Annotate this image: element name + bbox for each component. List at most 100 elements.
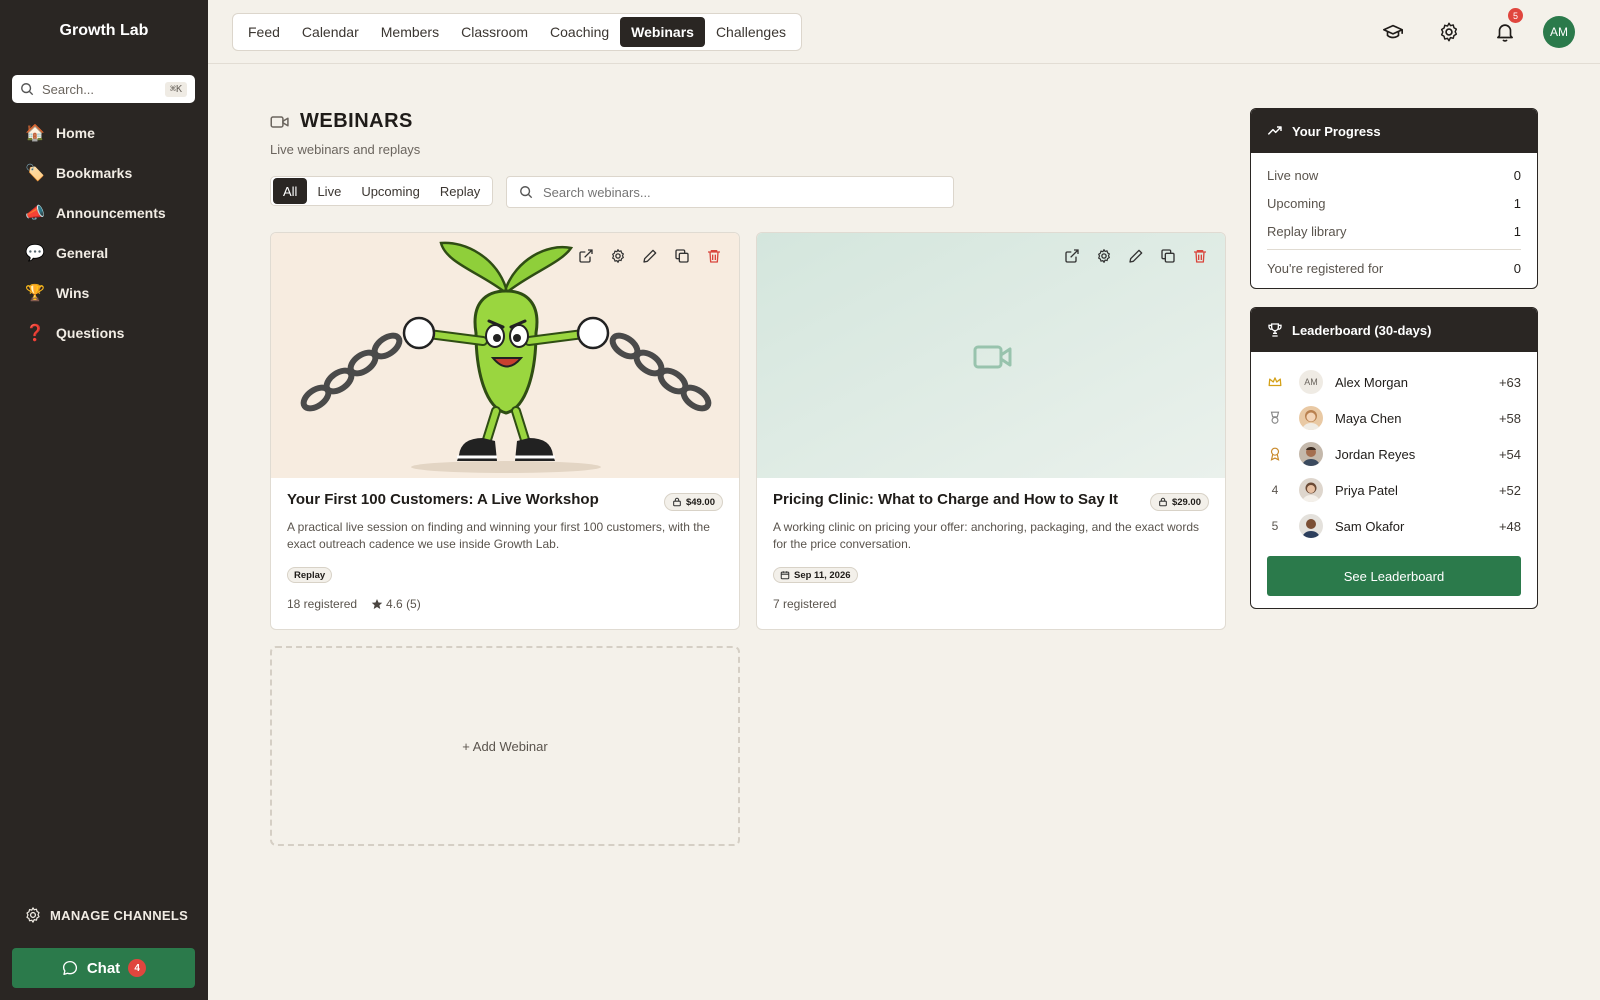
sidebar-item-bookmarks[interactable]: 🏷️ Bookmarks — [0, 153, 208, 193]
page-title: WEBINARS — [300, 110, 413, 132]
date-badge: Sep 11, 2026 — [773, 567, 858, 583]
duplicate-button[interactable] — [667, 243, 697, 269]
progress-label: Live now — [1267, 167, 1319, 183]
edit-button[interactable] — [635, 243, 665, 269]
member-name: Jordan Reyes — [1335, 446, 1416, 462]
settings-button[interactable] — [1431, 14, 1467, 50]
member-points: +48 — [1498, 518, 1521, 534]
trophy-icon — [1268, 323, 1282, 337]
member-points: +58 — [1498, 410, 1521, 426]
bell-icon — [1497, 24, 1513, 42]
price-badge: $29.00 — [1149, 493, 1209, 511]
progress-value: 0 — [1513, 260, 1521, 276]
sidebar-item-home[interactable]: 🏠 Home — [0, 113, 208, 153]
classroom-button[interactable] — [1375, 14, 1411, 50]
webinar-card[interactable]: Your First 100 Customers: A Live Worksho… — [270, 232, 740, 630]
tab-classroom[interactable]: Classroom — [450, 17, 539, 47]
member-name: Maya Chen — [1335, 410, 1402, 426]
avatar — [1299, 514, 1323, 538]
leaderboard-row[interactable]: 4 Priya Patel +52 — [1251, 472, 1537, 508]
sidebar-item-label: Home — [56, 125, 95, 141]
webinar-search-input[interactable] — [543, 184, 941, 200]
external-link-icon — [579, 249, 593, 263]
filter-upcoming[interactable]: Upcoming — [351, 178, 430, 204]
chat-button[interactable]: Chat 4 — [12, 948, 195, 988]
registered-count: 18 registered — [287, 597, 358, 611]
edit-button[interactable] — [1121, 243, 1151, 269]
trophy-icon: 🏆 — [25, 285, 45, 302]
progress-panel: Your Progress Live now 0 Upcoming 1 Replay… — [1250, 108, 1538, 289]
open-external-button[interactable] — [571, 243, 601, 269]
filter-all[interactable]: All — [273, 178, 308, 204]
sidebar-item-announcements[interactable]: 📣 Announcements — [0, 193, 208, 233]
user-avatar[interactable]: AM — [1543, 16, 1575, 48]
calendar-icon — [780, 571, 790, 580]
tab-challenges[interactable]: Challenges — [705, 17, 797, 47]
leaderboard-row[interactable]: Maya Chen +58 — [1251, 400, 1537, 436]
sidebar-item-wins[interactable]: 🏆 Wins — [0, 273, 208, 313]
rank-5: 5 — [1271, 519, 1279, 533]
sidebar-item-general[interactable]: 💬 General — [0, 233, 208, 273]
leaderboard-row[interactable]: 5 Sam Okafor +48 — [1251, 508, 1537, 544]
progress-row-live: Live now 0 — [1251, 161, 1537, 189]
trash-icon — [708, 250, 720, 263]
card-settings-button[interactable] — [603, 243, 633, 269]
rank-3 — [1267, 447, 1283, 461]
sidebar-item-label: Wins — [56, 285, 90, 301]
video-camera-icon — [270, 115, 289, 128]
registered-count: 7 registered — [773, 597, 837, 611]
manage-channels-button[interactable]: MANAGE CHANNELS — [24, 906, 188, 924]
progress-title: Your Progress — [1292, 123, 1381, 139]
member-name: Priya Patel — [1335, 482, 1398, 498]
brand-name[interactable]: Growth Lab — [0, 22, 208, 40]
gear-icon — [26, 907, 40, 923]
duplicate-button[interactable] — [1153, 243, 1183, 269]
filter-replay[interactable]: Replay — [430, 178, 490, 204]
silver-medal-icon — [1270, 411, 1280, 424]
open-external-button[interactable] — [1057, 243, 1087, 269]
divider — [1267, 249, 1521, 250]
webinar-title[interactable]: Your First 100 Customers: A Live Worksho… — [287, 491, 599, 508]
trash-icon — [1194, 250, 1206, 263]
graduation-cap-icon — [1383, 24, 1403, 39]
progress-panel-header: Your Progress — [1251, 109, 1537, 153]
sidebar-item-questions[interactable]: ❓ Questions — [0, 313, 208, 353]
avatar — [1299, 478, 1323, 502]
sidebar-item-label: Announcements — [56, 205, 166, 221]
webinar-title[interactable]: Pricing Clinic: What to Charge and How t… — [773, 491, 1118, 508]
gear-icon — [612, 249, 624, 263]
tab-feed[interactable]: Feed — [237, 17, 291, 47]
tab-members[interactable]: Members — [370, 17, 450, 47]
leaderboard-row[interactable]: AM Alex Morgan +63 — [1251, 364, 1537, 400]
webinar-description: A working clinic on pricing your offer: … — [773, 520, 1200, 551]
webinar-search — [506, 176, 954, 208]
pencil-icon — [1129, 249, 1143, 263]
notifications-button[interactable]: 5 — [1487, 8, 1523, 50]
sidebar-search[interactable]: Search... ⌘K — [12, 75, 195, 103]
member-name: Alex Morgan — [1335, 374, 1408, 390]
webinar-card[interactable]: Pricing Clinic: What to Charge and How t… — [756, 232, 1226, 630]
webinar-thumbnail-placeholder — [757, 233, 1225, 478]
tab-calendar[interactable]: Calendar — [291, 17, 370, 47]
add-webinar-button[interactable]: + Add Webinar — [270, 646, 740, 846]
lock-icon — [1159, 497, 1167, 507]
filter-live[interactable]: Live — [307, 178, 351, 204]
tab-coaching[interactable]: Coaching — [539, 17, 620, 47]
leaderboard-title: Leaderboard (30-days) — [1292, 322, 1432, 338]
chat-unread-badge: 4 — [128, 959, 147, 977]
delete-button[interactable] — [699, 243, 729, 269]
tab-webinars[interactable]: Webinars — [620, 17, 705, 47]
progress-value: 1 — [1513, 195, 1521, 211]
progress-value: 1 — [1513, 223, 1521, 239]
progress-label: Replay library — [1267, 223, 1347, 239]
delete-button[interactable] — [1185, 243, 1215, 269]
leaderboard-row[interactable]: Jordan Reyes +54 — [1251, 436, 1537, 472]
bookmark-tag-icon: 🏷️ — [25, 165, 45, 182]
question-mark-icon: ❓ — [25, 325, 45, 342]
member-name: Sam Okafor — [1335, 518, 1405, 534]
add-webinar-label: + Add Webinar — [462, 738, 548, 754]
sidebar-item-label: Questions — [56, 325, 125, 341]
lock-icon — [673, 497, 681, 507]
see-leaderboard-button[interactable]: See Leaderboard — [1267, 556, 1521, 596]
card-settings-button[interactable] — [1089, 243, 1119, 269]
